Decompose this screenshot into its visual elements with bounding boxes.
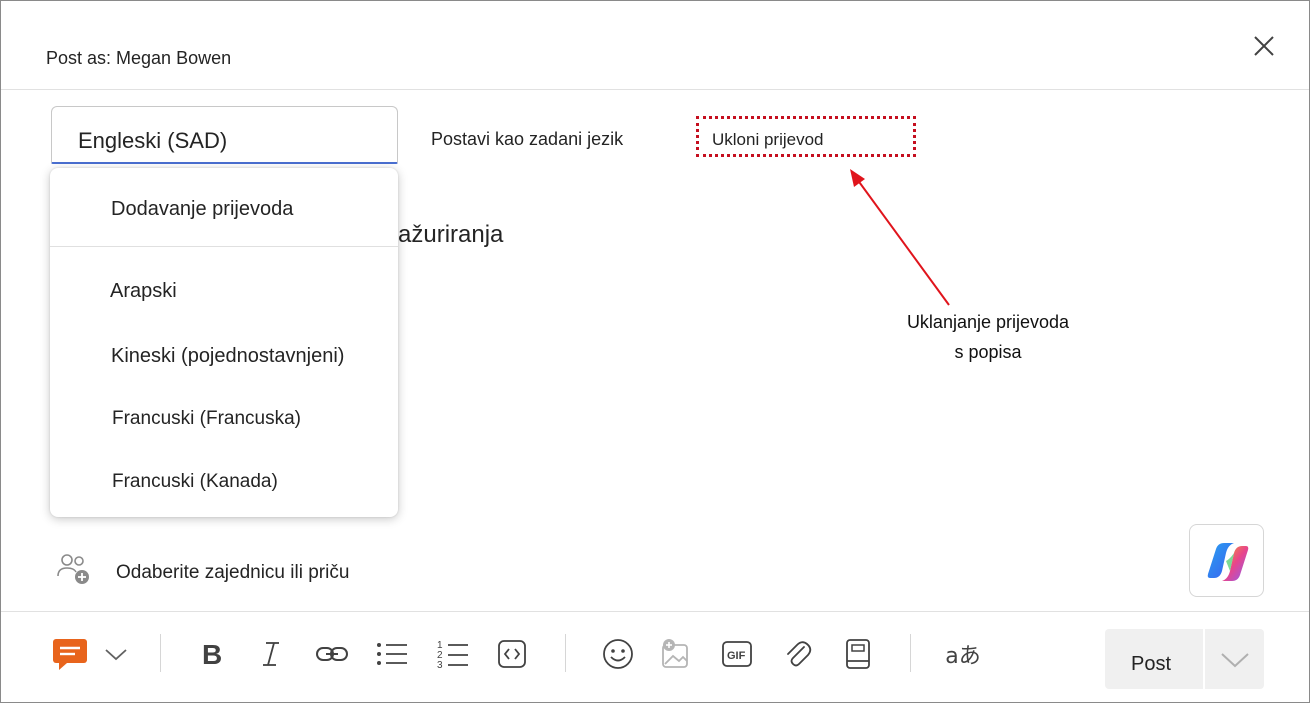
svg-text:GIF: GIF — [727, 650, 746, 662]
close-button[interactable] — [1249, 31, 1279, 61]
close-icon — [1254, 36, 1274, 56]
toolbar-divider — [160, 634, 161, 672]
code-icon[interactable] — [495, 637, 529, 671]
image-icon[interactable] — [659, 637, 693, 671]
copilot-icon — [1207, 543, 1249, 581]
language-dropdown-menu: Dodavanje prijevoda Arapski Kineski (poj… — [50, 168, 398, 517]
copilot-button[interactable] — [1189, 524, 1264, 597]
chevron-down-icon — [1221, 653, 1249, 668]
svg-text:3: 3 — [437, 660, 443, 670]
link-icon[interactable] — [315, 637, 349, 671]
menu-item-french-canada[interactable]: Francuski (Kanada) — [112, 471, 278, 493]
toolbar-divider — [565, 634, 566, 672]
bullet-list-icon[interactable] — [375, 637, 409, 671]
language-select-value: Engleski (SAD) — [78, 128, 228, 153]
dialog-header: Post as: Megan Bowen — [1, 1, 1309, 90]
language-select[interactable]: Engleski (SAD) — [51, 106, 398, 164]
italic-icon[interactable] — [254, 637, 288, 671]
annotation-line-2: s popisa — [954, 342, 1022, 362]
menu-item-french-france[interactable]: Francuski (Francuska) — [112, 408, 301, 430]
bold-icon[interactable]: B — [194, 637, 228, 671]
remove-translation-label: Ukloni prijevod — [712, 130, 824, 149]
composer-toolbar: B 123 GIF aあ Post — [1, 611, 1309, 703]
attach-icon[interactable] — [781, 637, 815, 671]
post-body-text[interactable]: ažuriranja — [398, 221, 503, 249]
annotation-callout: Uklanjanje prijevoda s popisa — [873, 307, 1103, 367]
gif-icon[interactable]: GIF — [720, 637, 754, 671]
menu-item-chinese-simplified[interactable]: Kineski (pojednostavnjeni) — [111, 345, 344, 368]
choose-community-button[interactable]: Odaberite zajednicu ili priču — [116, 562, 349, 584]
toolbar-divider — [910, 634, 911, 672]
chevron-down-icon[interactable] — [99, 637, 133, 671]
post-options-button[interactable] — [1204, 629, 1264, 689]
post-button-label: Post — [1131, 653, 1172, 675]
translate-icon-glyph: aあ — [945, 644, 981, 669]
praise-icon[interactable] — [51, 637, 91, 671]
translate-icon[interactable]: aあ — [943, 637, 983, 671]
annotation-line-1: Uklanjanje prijevoda — [906, 312, 1070, 332]
book-icon[interactable] — [841, 637, 875, 671]
emoji-icon[interactable] — [601, 637, 635, 671]
post-as-label: Post as: Megan Bowen — [46, 48, 232, 68]
remove-translation-button[interactable]: Ukloni prijevod — [696, 116, 916, 157]
dialog-frame: Post as: Megan Bowen Engleski (SAD) Post… — [0, 0, 1310, 703]
set-default-language-button[interactable]: Postavi kao zadani jezik — [431, 129, 623, 150]
post-button[interactable]: Post — [1105, 629, 1203, 689]
menu-item-arabic[interactable]: Arapski — [110, 280, 177, 303]
add-translation-menu-item[interactable]: Dodavanje prijevoda — [111, 198, 293, 221]
svg-text:B: B — [202, 641, 222, 667]
add-community-icon[interactable] — [56, 552, 92, 586]
menu-divider — [50, 246, 398, 247]
numbered-list-icon[interactable]: 123 — [436, 637, 470, 671]
